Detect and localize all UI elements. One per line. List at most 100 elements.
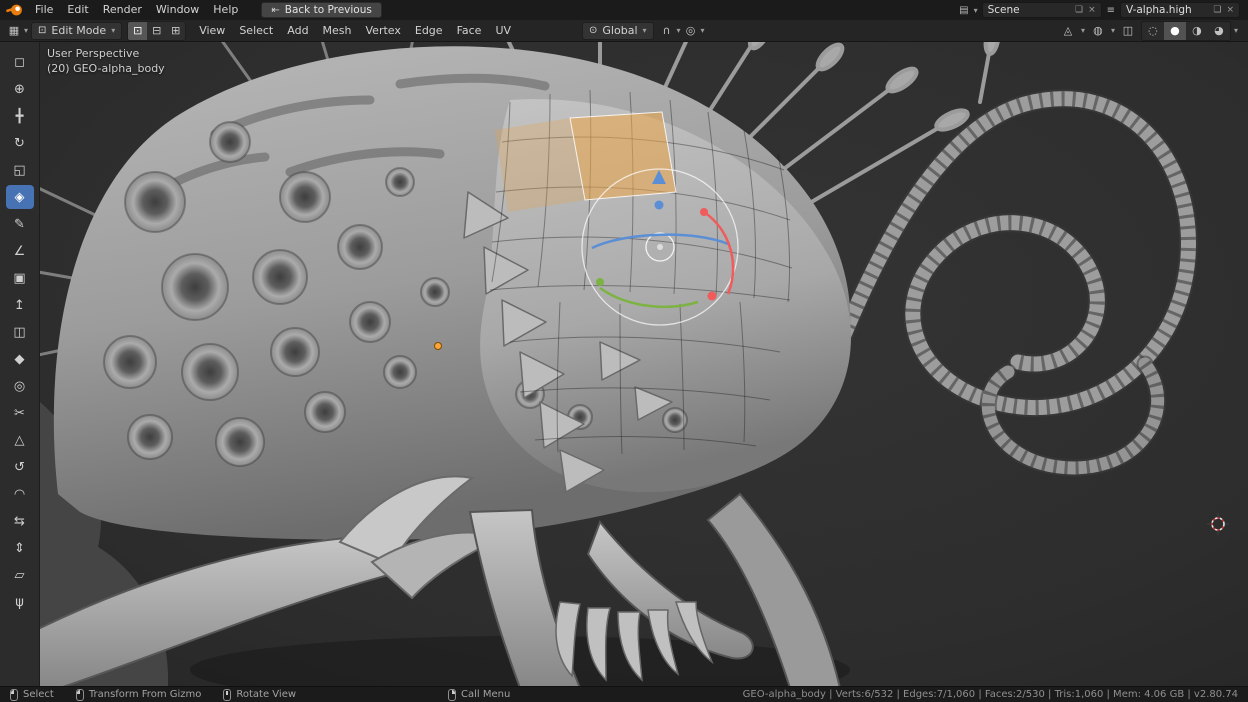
viewport-3d[interactable]: User Perspective (20) GEO-alpha_body [40,42,1248,686]
view-layer-selector[interactable]: V-alpha.high ❏ × [1120,2,1240,18]
status-bar: Select Transform From Gizmo Rotate View … [0,686,1248,702]
shading-solid-button[interactable]: ● [1164,22,1186,40]
menu-file[interactable]: File [28,0,60,20]
scene-statistics: GEO-alpha_body | Verts:6/532 | Edges:7/1… [743,689,1238,700]
tool-bevel[interactable]: ◆ [6,347,34,371]
tool-select-box[interactable]: ◻ [6,50,34,74]
scene-icon[interactable]: ▤ [958,5,969,16]
scene-selector[interactable]: Scene ❏ × [982,2,1102,18]
menu-face[interactable]: Face [450,21,489,41]
shading-caret-icon[interactable]: ▾ [1234,26,1238,35]
show-overlays-button[interactable]: ◍ [1088,22,1108,40]
viewport-header-right: ◬ ▾ ◍ ▾ ◫ ◌ ● ◑ ◕ ▾ [1058,21,1244,41]
viewport-header: ▦ ▾ ⊡ Edit Mode ▾ ⊡ ⊟ ⊞ View Select Add … [0,20,1248,42]
snap-toggle-button[interactable]: ∩ [657,22,677,40]
xray-toggle-button[interactable]: ◫ [1118,22,1138,40]
editor-type-caret-icon[interactable]: ▾ [24,26,28,35]
menu-window[interactable]: Window [149,0,206,20]
blender-logo-icon[interactable] [6,2,24,18]
hint-transform-from-gizmo: Transform From Gizmo [76,689,202,701]
proportional-caret-icon[interactable]: ▾ [701,26,705,35]
orientation-label: Global [602,24,637,37]
mode-label: Edit Mode [51,24,106,37]
mode-caret-icon: ▾ [111,26,115,35]
mode-dropdown[interactable]: ⊡ Edit Mode ▾ [31,22,122,40]
menu-render[interactable]: Render [96,0,149,20]
tool-annotate[interactable]: ✎ [6,212,34,236]
proportional-editing-button[interactable]: ◎ [681,22,701,40]
tool-transform[interactable]: ◈ [6,185,34,209]
vertex-select-button[interactable]: ⊡ [128,22,147,40]
editor-type-icon[interactable]: ▦ [4,22,24,40]
show-gizmo-button[interactable]: ◬ [1058,22,1078,40]
menu-uv[interactable]: UV [488,21,518,41]
overlays-caret-icon[interactable]: ▾ [1111,26,1115,35]
orientation-caret-icon: ▾ [643,26,647,35]
tool-knife[interactable]: ✂ [6,401,34,425]
shading-wireframe-button[interactable]: ◌ [1142,22,1164,40]
scene-name: Scene [988,4,1070,16]
tool-rotate[interactable]: ↻ [6,131,34,155]
blender-window: File Edit Render Window Help ⇤ Back to P… [0,0,1248,702]
menu-mesh[interactable]: Mesh [316,21,359,41]
shading-rendered-button[interactable]: ◕ [1208,22,1230,40]
tool-shear[interactable]: ▱ [6,563,34,587]
view-layer-name: V-alpha.high [1126,4,1208,16]
hint-transform-label: Transform From Gizmo [89,689,202,700]
mouse-right-icon [448,689,456,701]
tool-poly-build[interactable]: △ [6,428,34,452]
menu-edge[interactable]: Edge [408,21,450,41]
tool-measure[interactable]: ∠ [6,239,34,263]
object-origin-dot [435,343,442,350]
tool-loop-cut[interactable]: ◎ [6,374,34,398]
menu-view[interactable]: View [192,21,232,41]
hint-call-menu: Call Menu [448,689,510,701]
orientation-icon: ⊙ [589,25,597,36]
shading-material-button[interactable]: ◑ [1186,22,1208,40]
tool-move[interactable]: ╋ [6,104,34,128]
gizmo-caret-icon[interactable]: ▾ [1081,26,1085,35]
new-view-layer-icon[interactable]: ❏ [1213,5,1221,15]
face-select-button[interactable]: ⊞ [166,22,185,40]
remove-scene-icon[interactable]: × [1088,5,1096,15]
menu-vertex[interactable]: Vertex [359,21,408,41]
new-scene-icon[interactable]: ❏ [1075,5,1083,15]
view-layer-icon[interactable]: ≡ [1106,5,1116,16]
shading-mode-buttons: ◌ ● ◑ ◕ [1141,21,1231,41]
tool-add-cube[interactable]: ▣ [6,266,34,290]
tool-scale[interactable]: ◱ [6,158,34,182]
select-mode-buttons: ⊡ ⊟ ⊞ [127,21,186,41]
back-to-previous-button[interactable]: ⇤ Back to Previous [261,2,381,18]
snap-settings-caret-icon[interactable]: ▾ [677,26,681,35]
tool-extrude-region[interactable]: ↥ [6,293,34,317]
tool-spin[interactable]: ↺ [6,455,34,479]
menu-select[interactable]: Select [232,21,280,41]
orientation-dropdown[interactable]: ⊙ Global ▾ [582,22,654,40]
hint-rotate-view-label: Rotate View [236,689,296,700]
hint-select: Select [10,689,54,701]
topbar-right: ▤ ▾ Scene ❏ × ≡ V-alpha.high ❏ × [958,2,1248,18]
edit-mode-icon: ⊡ [38,25,46,36]
tool-shrink-fatten[interactable]: ⇕ [6,536,34,560]
mouse-middle-icon [223,689,231,701]
menu-edit[interactable]: Edit [60,0,95,20]
hint-rotate-view: Rotate View [223,689,296,701]
back-to-previous-label: Back to Previous [285,4,372,16]
topbar: File Edit Render Window Help ⇤ Back to P… [0,0,1248,20]
menu-help[interactable]: Help [206,0,245,20]
rotate-gizmo[interactable] [582,169,738,325]
tool-rip-region[interactable]: ψ [6,590,34,614]
tool-smooth[interactable]: ◠ [6,482,34,506]
remove-view-layer-icon[interactable]: × [1226,5,1234,15]
back-arrow-icon: ⇤ [271,5,279,16]
tool-edge-slide[interactable]: ⇆ [6,509,34,533]
tool-cursor[interactable]: ⊕ [6,77,34,101]
hint-select-label: Select [23,689,54,700]
edge-select-button[interactable]: ⊟ [147,22,166,40]
menu-add[interactable]: Add [280,21,315,41]
scene-browse-caret-icon[interactable]: ▾ [974,6,978,15]
viewport-canvas[interactable] [40,42,1248,686]
tool-shelf: ◻ ⊕ ╋ ↻ ◱ ◈ ✎ ∠ ▣ ↥ ◫ ◆ ◎ ✂ △ ↺ ◠ ⇆ ⇕ ▱ … [0,42,40,686]
tool-inset-faces[interactable]: ◫ [6,320,34,344]
hint-call-menu-label: Call Menu [461,689,510,700]
